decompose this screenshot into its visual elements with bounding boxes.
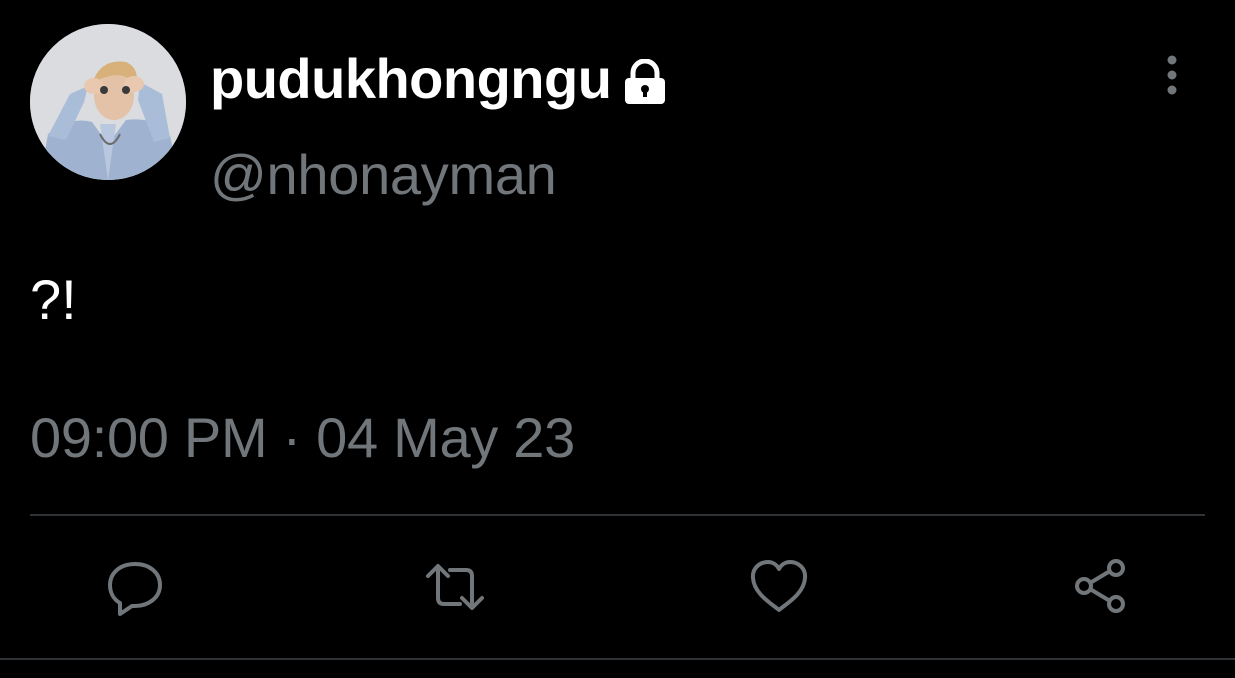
tweet-card: pudukhongngu @nhonayman ?! 09:00 PM · 04… xyxy=(0,0,1235,678)
tweet-text: ?! xyxy=(30,268,77,331)
avatar[interactable] xyxy=(30,24,186,180)
avatar-image xyxy=(30,24,186,180)
handle[interactable]: @nhonayman xyxy=(210,140,557,210)
more-vertical-icon[interactable] xyxy=(1154,52,1190,98)
retweet-button[interactable] xyxy=(424,556,486,618)
lock-icon xyxy=(623,58,667,105)
reply-button[interactable] xyxy=(104,556,166,618)
divider xyxy=(30,514,1205,516)
like-button[interactable] xyxy=(748,556,810,618)
share-button[interactable] xyxy=(1070,556,1132,618)
display-name-row: pudukhongngu xyxy=(210,46,667,112)
timestamp[interactable]: 09:00 PM · 04 May 23 xyxy=(30,400,575,476)
heart-icon xyxy=(750,560,808,612)
bottom-divider xyxy=(0,658,1235,660)
reply-icon xyxy=(108,562,162,616)
retweet-icon xyxy=(426,564,484,610)
share-icon xyxy=(1075,559,1125,613)
display-name[interactable]: pudukhongngu xyxy=(210,46,612,112)
